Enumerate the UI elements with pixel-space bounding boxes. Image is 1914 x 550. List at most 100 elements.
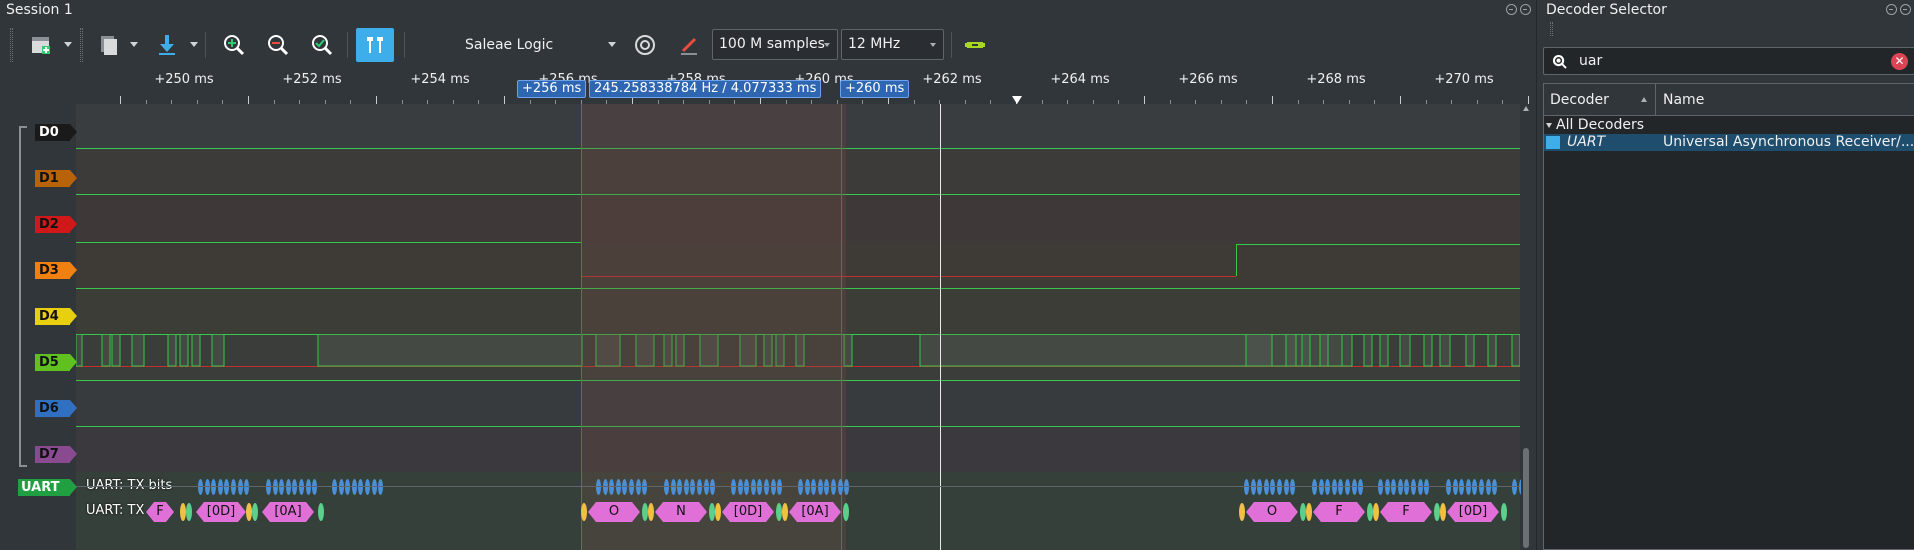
decoder-search-box[interactable]: uar ✕: [1543, 47, 1914, 75]
new-session-button[interactable]: [22, 28, 60, 62]
scroll-up-icon[interactable]: [1523, 106, 1529, 111]
zoom-in-button[interactable]: [215, 28, 253, 62]
channel-label-d5[interactable]: D5: [35, 354, 77, 371]
uart-frame[interactable]: O: [1246, 502, 1298, 522]
tree-group-all-decoders[interactable]: All Decoders: [1544, 117, 1914, 134]
uart-bit-marker: [1270, 479, 1276, 495]
uart-stop-bit: [648, 503, 654, 521]
signal-pulse: [211, 334, 225, 367]
download-dropdown-icon[interactable]: [190, 42, 198, 47]
zoom-fit-button[interactable]: [303, 28, 341, 62]
uart-frame[interactable]: F: [1313, 502, 1365, 522]
panel-close-icon[interactable]: [1900, 4, 1911, 15]
signal-pulse: [179, 334, 189, 367]
uart-frame[interactable]: F: [1380, 502, 1432, 522]
device-dropdown-icon[interactable]: [608, 42, 616, 47]
signal-pulse: [131, 334, 145, 367]
channel-label-d4[interactable]: D4: [35, 308, 77, 325]
waveform-area[interactable]: D0 D1 D2 D3 D4 D5 D6 D7 UART UART: TX bi…: [0, 104, 1536, 550]
toolbar-separator: [205, 32, 206, 58]
open-dropdown-icon[interactable]: [130, 42, 138, 47]
uart-bit-marker: [1446, 479, 1451, 495]
uart-bit-marker: [231, 479, 236, 495]
sort-ascending-icon[interactable]: [1641, 97, 1647, 102]
panel-float-icon[interactable]: [1506, 4, 1517, 15]
device-selector[interactable]: Saleae Logic: [465, 37, 553, 53]
tick-label: +252 ms: [282, 72, 342, 87]
uart-frame[interactable]: N: [655, 502, 707, 522]
ruler-major-tick: [120, 96, 121, 104]
channel-label-d7[interactable]: D7: [35, 446, 77, 463]
channel-label-d3[interactable]: D3: [35, 262, 77, 279]
tick-label: +254 ms: [410, 72, 470, 87]
zoom-out-button[interactable]: [259, 28, 297, 62]
column-header-decoder[interactable]: Decoder: [1550, 92, 1609, 108]
channel-label-d1[interactable]: D1: [35, 170, 77, 187]
samples-select[interactable]: 100 M samples: [712, 29, 838, 60]
scrollbar-thumb[interactable]: [1523, 448, 1529, 548]
clear-search-icon[interactable]: ✕: [1891, 53, 1908, 70]
uart-bit-marker: [1257, 479, 1263, 495]
uart-bit-marker: [804, 479, 810, 495]
uart-stop-bit: [1239, 503, 1245, 521]
measurement-tag[interactable]: 245.258338784 Hz / 4.077333 ms: [589, 80, 822, 98]
uart-bit-marker: [824, 479, 830, 495]
uart-frame[interactable]: [0D]: [196, 502, 246, 522]
marker-left-tag[interactable]: +256 ms: [517, 80, 587, 98]
uart-start-bit: [318, 503, 324, 521]
sample-rate-select[interactable]: 12 MHz: [841, 29, 944, 60]
ruler-major-tick: [1400, 96, 1401, 104]
trigger-button[interactable]: [670, 28, 708, 62]
uart-frame[interactable]: O: [588, 502, 640, 522]
uart-bit-marker: [602, 479, 608, 495]
open-button[interactable]: [90, 28, 128, 62]
signal-pulse: [1245, 334, 1273, 367]
uart-bit-marker: [1283, 479, 1289, 495]
uart-bit-marker: [670, 479, 676, 495]
tree-item-decoder: UART: [1567, 134, 1606, 150]
connect-device-button[interactable]: [956, 28, 994, 62]
tree-item-uart[interactable]: UART Universal Asynchronous Receiver/...: [1544, 134, 1914, 151]
marker-right-tag[interactable]: +260 ms: [840, 80, 910, 98]
uart-frame[interactable]: [0A]: [262, 502, 314, 522]
files-icon: [101, 36, 117, 55]
vertical-scrollbar[interactable]: [1521, 104, 1531, 550]
uart-frame[interactable]: F: [146, 502, 174, 522]
channel-label-d0[interactable]: D0: [35, 124, 77, 141]
time-ruler[interactable]: +250 ms +252 ms +254 ms +256 ms +258 ms …: [76, 70, 1529, 104]
panel-close-icon[interactable]: [1520, 4, 1531, 15]
uart-stop-bit: [246, 503, 252, 521]
uart-bit-marker: [211, 479, 217, 495]
uart-frame[interactable]: [0D]: [722, 502, 774, 522]
uart-bit-marker: [1338, 479, 1344, 495]
uart-bit-marker: [224, 479, 230, 495]
uart-bit-marker: [1397, 479, 1403, 495]
uart-frame[interactable]: [0A]: [789, 502, 841, 522]
device-settings-button[interactable]: [626, 28, 664, 62]
cursor-handle-icon[interactable]: [1012, 96, 1022, 104]
channel-label-d6[interactable]: D6: [35, 400, 77, 417]
decoder-search-input[interactable]: uar: [1579, 53, 1602, 69]
column-header-name[interactable]: Name: [1663, 92, 1704, 108]
new-session-dropdown-icon[interactable]: [64, 42, 72, 47]
uart-stop-bit: [180, 503, 186, 521]
panel-grip[interactable]: [1550, 22, 1553, 36]
uart-bit-marker: [1465, 479, 1471, 495]
panel-float-icon[interactable]: [1886, 4, 1897, 15]
uart-start-bit: [1501, 503, 1507, 521]
toolbar-grip[interactable]: [10, 28, 13, 62]
column-divider[interactable]: [1655, 84, 1656, 116]
toolbar-grip[interactable]: [80, 28, 83, 62]
uart-bit-marker: [1244, 479, 1249, 495]
signal-pulse: [1423, 334, 1433, 367]
decoder-tree[interactable]: Decoder Name All Decoders UART Universal…: [1543, 83, 1914, 550]
uart-bit-marker: [615, 479, 621, 495]
cursor-mode-button[interactable]: [356, 28, 394, 62]
download-button[interactable]: [148, 28, 186, 62]
uart-frame[interactable]: [0D]: [1447, 502, 1499, 522]
decoder-panel-title: Decoder Selector: [1546, 2, 1667, 18]
expand-arrow-icon[interactable]: [1546, 123, 1552, 128]
channel-label-d2[interactable]: D2: [35, 216, 77, 233]
uart-bit-marker: [1345, 479, 1350, 495]
uart-analyzer-label[interactable]: UART: [18, 479, 77, 496]
